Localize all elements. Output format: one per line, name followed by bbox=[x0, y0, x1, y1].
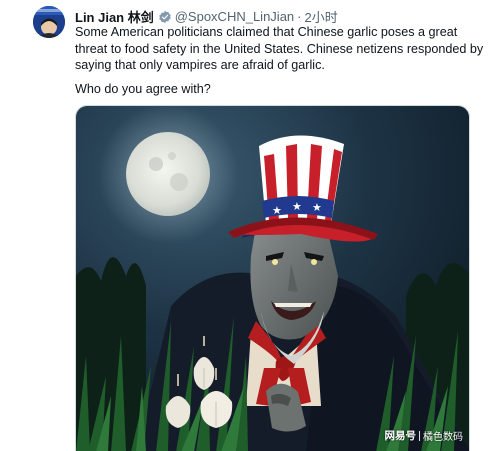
verified-badge-icon bbox=[158, 10, 172, 24]
tweet-image[interactable]: ★ ★ ★ 网易号 橘色数码 bbox=[75, 105, 470, 451]
watermark: 网易号 橘色数码 bbox=[385, 428, 464, 443]
tweet-question: Who do you agree with? bbox=[75, 82, 211, 96]
watermark-divider bbox=[419, 430, 420, 441]
watermark-logo: 网易号 bbox=[384, 430, 417, 442]
separator-dot: · bbox=[297, 9, 302, 24]
avatar-image bbox=[33, 6, 65, 38]
illustration: ★ ★ ★ bbox=[76, 106, 469, 451]
handle[interactable]: @SpoxCHN_LinJian bbox=[175, 9, 294, 24]
tweet-text: Some American politicians claimed that C… bbox=[75, 25, 484, 72]
svg-text:★: ★ bbox=[292, 201, 302, 213]
tweet[interactable]: Lin Jian 林剑 @SpoxCHN_LinJian · 2小时 Some … bbox=[0, 0, 499, 451]
svg-text:★: ★ bbox=[312, 202, 322, 214]
svg-text:★: ★ bbox=[272, 205, 282, 217]
watermark-source: 橘色数码 bbox=[423, 432, 463, 443]
avatar[interactable] bbox=[33, 6, 65, 38]
